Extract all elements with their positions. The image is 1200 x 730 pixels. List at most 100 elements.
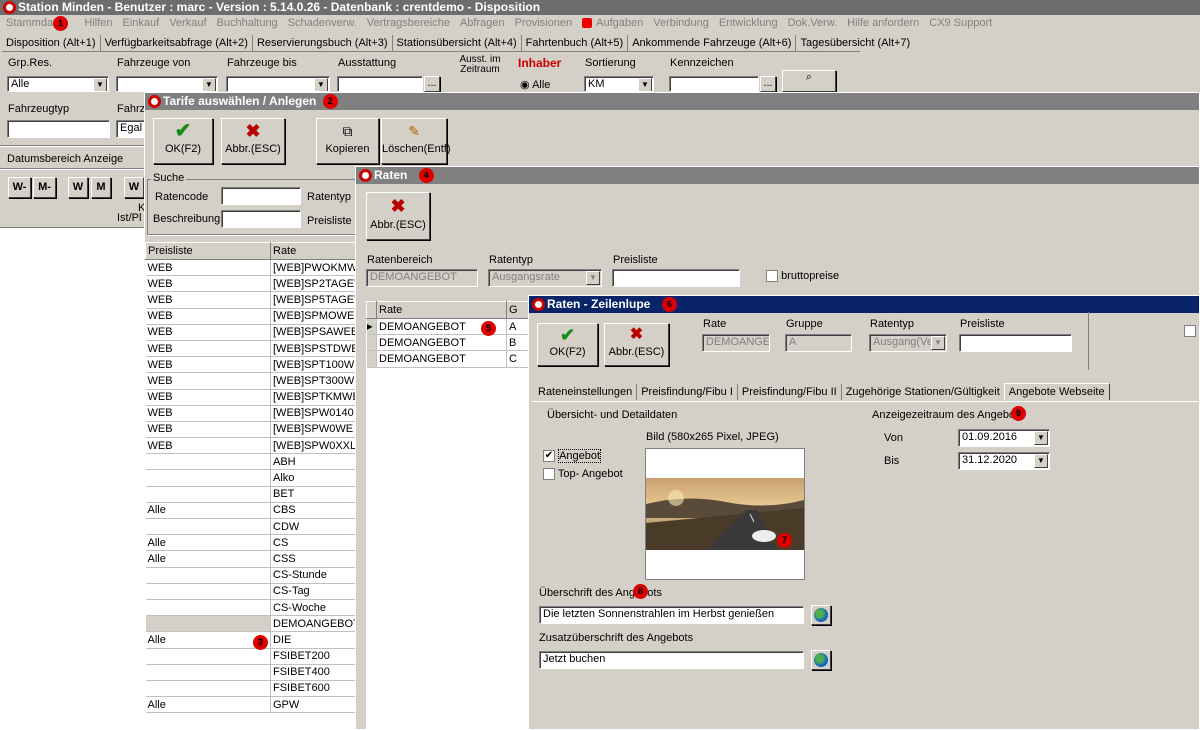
table-row[interactable]: CS-Woche: [145, 599, 357, 617]
ueberschrift-input[interactable]: Die letzten Sonnenstrahlen im Herbst gen…: [539, 606, 804, 624]
menu-cx9-support[interactable]: CX9 Support: [929, 17, 992, 29]
zusatz-input[interactable]: Jetzt buchen: [539, 651, 804, 669]
tarife-grid[interactable]: Preisliste Rate WEB [WEB]PWOKMW WEB [WEB]SP…: [145, 242, 357, 730]
angebot-checkbox[interactable]: ✔ Angebot: [543, 449, 602, 463]
search-vehicle-button[interactable]: ⌕: [782, 70, 836, 92]
menu-verkauf[interactable]: Verkauf: [169, 17, 206, 29]
table-row[interactable]: WEB [WEB]SPMOWEE: [145, 308, 357, 325]
bruttopreise-checkbox[interactable]: bruttopreise: [766, 270, 839, 283]
table-row[interactable]: CS-Tag: [145, 583, 357, 600]
menu-dokverw[interactable]: Dok.Verw.: [788, 17, 838, 29]
column-header-preisliste[interactable]: Preisliste: [145, 242, 271, 260]
fahrzeuge-bis-select[interactable]: ▼: [226, 76, 330, 92]
menu-aufgaben[interactable]: Aufgaben: [596, 17, 643, 29]
table-row[interactable]: DEMOANGEBOT: [145, 615, 357, 633]
menu-hilfe-anfordern[interactable]: Hilfe anfordern: [847, 17, 919, 29]
table-row[interactable]: Alle CS: [145, 534, 357, 552]
table-row[interactable]: DEMOANGEBOT C: [366, 350, 531, 368]
table-row[interactable]: Alle GPW: [145, 696, 357, 714]
week-button[interactable]: W: [68, 177, 88, 198]
ausstattung-browse-button[interactable]: ...: [424, 76, 440, 92]
tab-fahrtenbuch[interactable]: Fahrtenbuch (Alt+5): [520, 35, 628, 51]
loeschen-button[interactable]: ✎ Löschen(Entf): [381, 118, 450, 164]
menu-vertragsbereiche[interactable]: Vertragsbereiche: [367, 17, 450, 29]
tab-verfuegbarkeitsabfrage[interactable]: Verfügbarkeitsabfrage (Alt+2): [99, 35, 252, 51]
tarife-ok-button[interactable]: ✔ OK(F2): [153, 118, 213, 164]
menu-entwicklung[interactable]: Entwicklung: [719, 17, 778, 29]
tab-angebote-webseite[interactable]: Angebote Webseite: [1003, 383, 1110, 400]
tab-tagesuebersicht[interactable]: Tagesübersicht (Alt+7): [795, 35, 914, 51]
lupe-ok-button[interactable]: ✔ OK(F2): [537, 323, 598, 366]
month-back-button[interactable]: M-: [33, 177, 56, 198]
von-date-picker[interactable]: 01.09.2016 ▼: [958, 429, 1050, 447]
table-row[interactable]: WEB [WEB]SPW0XXL: [145, 437, 357, 455]
lupe-ratentyp-select[interactable]: Ausgang(Ver ▼: [869, 334, 947, 352]
lupe-gruppe-input[interactable]: A: [785, 334, 852, 352]
table-row[interactable]: WEB [WEB]SPT300WI: [145, 372, 357, 390]
table-row[interactable]: Alle CBS: [145, 502, 357, 520]
lupe-preisliste-input[interactable]: [959, 334, 1072, 352]
tarife-cancel-button[interactable]: ✖ Abbr.(ESC): [221, 118, 285, 164]
table-row[interactable]: FSIBET600: [145, 680, 357, 698]
top-angebot-checkbox[interactable]: Top- Angebot: [543, 468, 623, 481]
table-row[interactable]: ▶ DEMOANGEBOT A: [366, 318, 531, 336]
raten-cancel-button[interactable]: ✖ Abbr.(ESC): [366, 192, 430, 240]
fahrz-select[interactable]: Egal: [116, 120, 146, 138]
table-row[interactable]: FSIBET200: [145, 648, 357, 665]
lupe-rate-input[interactable]: DEMOANGEE: [702, 334, 770, 352]
tab-zugehoerige-stationen[interactable]: Zugehörige Stationen/Gültigkeit: [840, 384, 1004, 400]
tab-preisfindung-fibu-2[interactable]: Preisfindung/Fibu II: [736, 384, 841, 400]
table-row[interactable]: Alle DIE: [145, 631, 357, 649]
week-forward-button[interactable]: W: [124, 177, 144, 198]
table-row[interactable]: DEMOANGEBOT B: [366, 334, 531, 352]
tab-rateneinstellungen[interactable]: Rateneinstellungen: [534, 384, 636, 400]
menu-abfragen[interactable]: Abfragen: [460, 17, 505, 29]
table-row[interactable]: ABH: [145, 453, 357, 471]
extra-checkbox[interactable]: [1184, 325, 1196, 337]
ueberschrift-globe-button[interactable]: [811, 605, 831, 625]
menu-einkauf[interactable]: Einkauf: [123, 17, 160, 29]
menu-hilfen[interactable]: Hilfen: [84, 17, 112, 29]
column-header-rate[interactable]: Rate: [376, 301, 507, 319]
lupe-cancel-button[interactable]: ✖ Abbr.(ESC): [604, 323, 669, 366]
zusatz-globe-button[interactable]: [811, 650, 831, 670]
raten-preisliste-input[interactable]: [612, 269, 740, 287]
kopieren-button[interactable]: ⧉ Kopieren: [316, 118, 379, 164]
inhaber-radio-alle[interactable]: ◉ Alle: [520, 78, 550, 91]
table-row[interactable]: WEB [WEB]SPTKMWE: [145, 389, 357, 406]
week-back-button[interactable]: W-: [8, 177, 31, 198]
raten-ratentyp-select[interactable]: Ausgangsrate ▼: [488, 269, 602, 287]
table-row[interactable]: WEB [WEB]PWOKMW: [145, 259, 357, 277]
sortierung-select[interactable]: KM ▼: [584, 76, 654, 92]
kennzeichen-input[interactable]: [669, 76, 759, 92]
menu-verbindung[interactable]: Verbindung: [653, 17, 709, 29]
table-row[interactable]: WEB [WEB]SPW0140: [145, 405, 357, 422]
table-row[interactable]: CDW: [145, 518, 357, 536]
table-row[interactable]: WEB [WEB]SP5TAGEV: [145, 291, 357, 309]
table-row[interactable]: CS-Stunde: [145, 567, 357, 584]
table-row[interactable]: WEB [WEB]SPSTDWE: [145, 340, 357, 358]
fahrzeuge-von-select[interactable]: ▼: [116, 76, 218, 92]
menu-provisionen[interactable]: Provisionen: [515, 17, 572, 29]
beschreibung-input[interactable]: [221, 210, 301, 228]
column-header-rate[interactable]: Rate: [270, 242, 357, 260]
tab-reservierungsbuch[interactable]: Reservierungsbuch (Alt+3): [251, 35, 392, 51]
ausstattung-input[interactable]: [337, 76, 423, 92]
table-row[interactable]: WEB [WEB]SPW0WE: [145, 421, 357, 439]
offer-image[interactable]: [645, 448, 805, 580]
tab-preisfindung-fibu-1[interactable]: Preisfindung/Fibu I: [636, 384, 737, 400]
kennzeichen-browse-button[interactable]: ...: [760, 76, 776, 92]
menu-buchhaltung[interactable]: Buchhaltung: [217, 17, 278, 29]
table-row[interactable]: WEB [WEB]SPSAWEB: [145, 324, 357, 341]
table-row[interactable]: WEB [WEB]SPT100WI: [145, 356, 357, 374]
ratenbereich-input[interactable]: DEMOANGEBOT: [366, 269, 478, 287]
bis-date-picker[interactable]: 31.12.2020 ▼: [958, 452, 1050, 470]
table-row[interactable]: FSIBET400: [145, 664, 357, 681]
table-row[interactable]: WEB [WEB]SP2TAGEV: [145, 275, 357, 293]
grp-select[interactable]: Alle ▼: [7, 76, 109, 92]
month-button[interactable]: M: [91, 177, 111, 198]
table-row[interactable]: Alle CSS: [145, 550, 357, 568]
ratencode-input[interactable]: [221, 187, 301, 205]
raten-grid[interactable]: Rate G ▶ DEMOANGEBOT A DEMOANGEBOT B DEMOANGE…: [366, 301, 531, 730]
table-row[interactable]: Alko: [145, 469, 357, 487]
